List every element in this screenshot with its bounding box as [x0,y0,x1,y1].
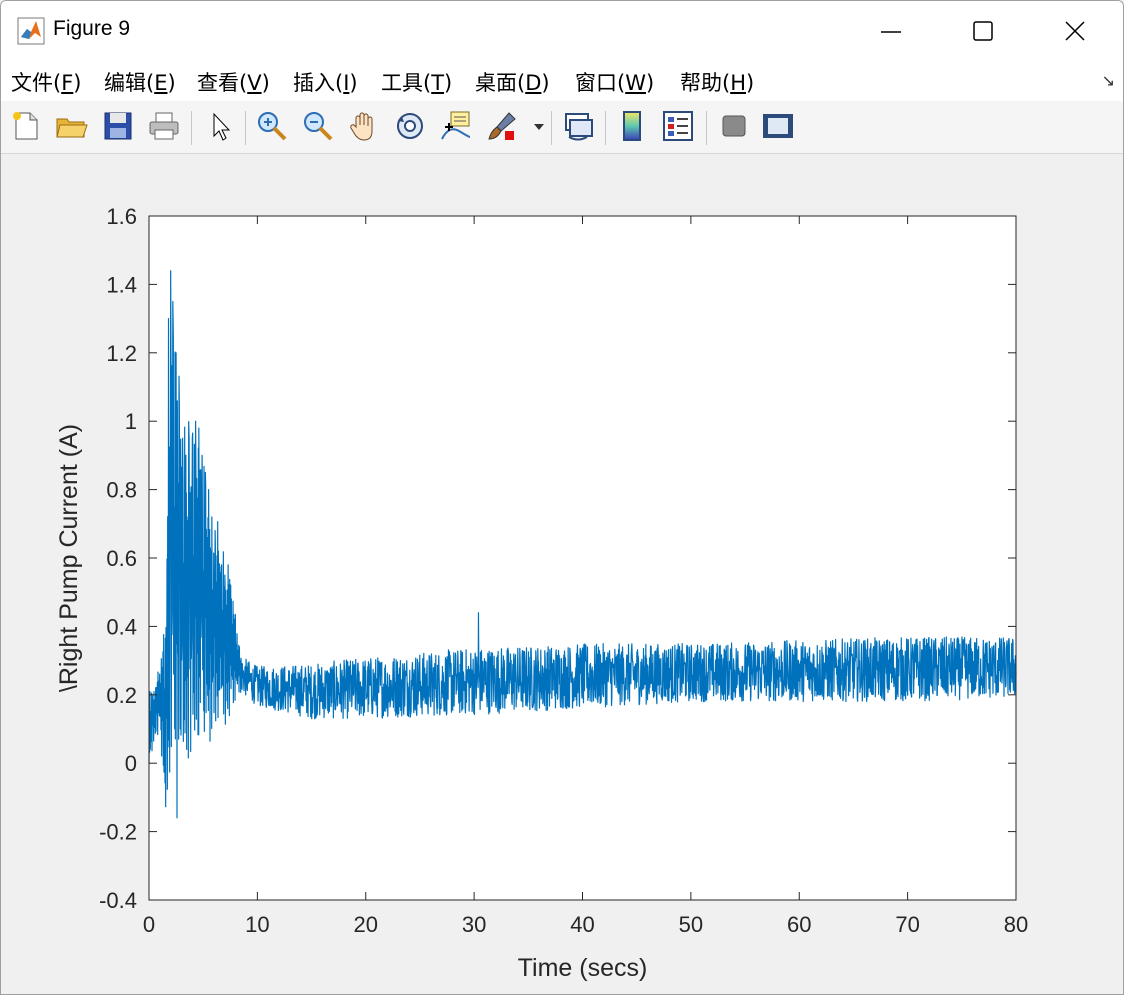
chevron-down-icon [534,124,544,130]
hide-plot-tools-icon [722,115,746,137]
data-cursor-button[interactable] [439,109,473,143]
menu-insert[interactable]: 插入(I) [293,67,358,97]
x-tick-label: 20 [354,912,378,937]
x-tick-label: 70 [895,912,919,937]
link-plot-button[interactable] [561,109,595,143]
toolbar-separator [605,111,606,145]
menu-view[interactable]: 查看(V) [197,67,270,97]
zoom-in-icon [258,112,287,141]
open-file-button[interactable] [54,109,88,143]
figure-window: Figure 9 文件(F) 编辑(E) 查看(V) 插入(I) 工具(T) 桌… [0,0,1124,995]
brush-dropdown-button[interactable] [531,109,547,143]
rotate-3d-icon [397,113,423,139]
print-button[interactable] [147,109,181,143]
y-tick-label: 0.8 [106,478,137,503]
legend-icon [663,111,693,141]
matlab-logo-icon [17,17,45,45]
y-tick-label: -0.4 [99,888,137,913]
figure-toolbar [1,101,1123,154]
new-figure-icon [13,112,38,140]
y-tick-label: 1.4 [106,272,137,297]
menu-bar: 文件(F) 编辑(E) 查看(V) 插入(I) 工具(T) 桌面(D) 窗口(W… [1,61,1123,101]
pointer-button[interactable] [204,109,238,143]
colorbar-button[interactable] [615,109,649,143]
menu-tools[interactable]: 工具(T) [381,67,452,97]
legend-button[interactable] [661,109,695,143]
x-tick-label: 60 [787,912,811,937]
toolbar-separator [706,111,707,145]
toolbar-separator [191,111,192,145]
rotate-3d-button[interactable] [393,109,427,143]
menu-dock-arrow-icon[interactable]: ↘ [1102,71,1115,90]
menu-help[interactable]: 帮助(H) [680,67,754,97]
link-plot-icon [565,113,593,141]
save-icon [104,112,132,140]
figure-canvas: 0 10 20 30 40 50 60 70 80 -0.4 -0.2 0 0.2 0.4 0.6 0.8 1 1… [1,154,1123,994]
print-icon [149,112,179,140]
toolbar-separator [245,111,246,145]
menu-window[interactable]: 窗口(W) [575,67,654,97]
title-bar: Figure 9 [1,1,1123,61]
colorbar-icon [623,111,641,141]
toolbar-separator [551,111,552,145]
save-button[interactable] [101,109,135,143]
brush-icon [488,112,516,140]
x-tick-label: 0 [143,912,155,937]
close-icon [1065,21,1085,41]
y-tick-label: 0 [125,751,137,776]
close-button[interactable] [1029,1,1121,61]
zoom-out-button[interactable] [301,109,335,143]
x-tick-label: 80 [1004,912,1028,937]
show-plot-tools-icon [763,114,793,138]
axes-background [149,216,1016,900]
menu-edit[interactable]: 编辑(E) [104,67,176,97]
y-tick-label: 0.2 [106,683,137,708]
pointer-icon [213,112,231,141]
x-tick-label: 40 [570,912,594,937]
y-tick-label: 1 [125,409,137,434]
hide-plot-tools-button[interactable] [717,109,751,143]
y-tick-label: 1.2 [106,341,137,366]
minimize-button[interactable] [845,1,937,61]
pan-hand-icon [350,112,373,141]
y-tick-label: 1.6 [106,204,137,229]
open-file-icon [56,118,88,138]
show-plot-tools-button[interactable] [761,109,795,143]
y-tick-label: -0.2 [99,820,137,845]
zoom-in-button[interactable] [255,109,289,143]
x-axis-label: Time (secs) [518,954,648,982]
line-chart[interactable]: 0 10 20 30 40 50 60 70 80 -0.4 -0.2 0 0.2 0.4 0.6 0.8 1 1… [1,154,1123,994]
data-cursor-icon [441,111,471,140]
maximize-button[interactable] [937,1,1029,61]
minimize-icon [881,31,901,33]
window-title: Figure 9 [53,17,131,40]
menu-file[interactable]: 文件(F) [11,67,82,97]
y-axis-label: \Right Pump Current (A) [55,424,83,692]
brush-button[interactable] [485,109,519,143]
y-tick-label: 0.4 [106,614,137,639]
x-tick-label: 50 [679,912,703,937]
y-tick-label: 0.6 [106,546,137,571]
menu-desktop[interactable]: 桌面(D) [475,67,550,97]
x-tick-label: 30 [462,912,486,937]
maximize-icon [973,21,993,41]
new-figure-button[interactable] [9,109,43,143]
x-tick-label: 10 [245,912,269,937]
zoom-out-icon [304,112,333,141]
pan-button[interactable] [347,109,381,143]
